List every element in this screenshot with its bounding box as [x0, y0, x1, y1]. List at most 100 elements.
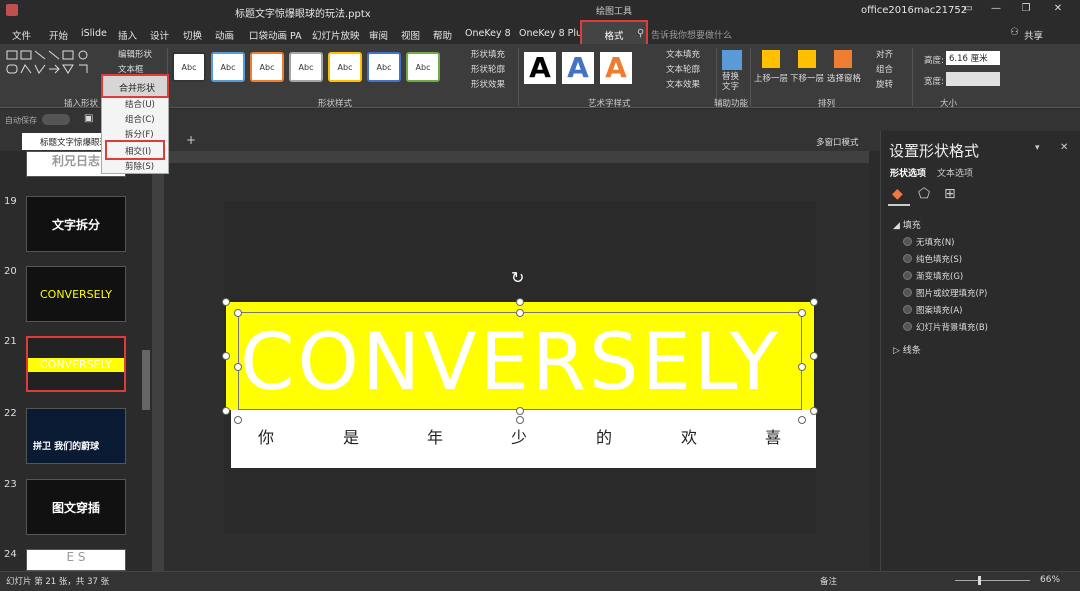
subtract-menu-item[interactable]: 剪除(S): [125, 160, 154, 172]
shape-style-7[interactable]: Abc: [406, 52, 440, 82]
tab-home[interactable]: 开始: [49, 28, 68, 42]
shape-fill-button[interactable]: 形状填充: [471, 48, 505, 60]
tab-review[interactable]: 审阅: [369, 28, 388, 42]
resize-handle[interactable]: [516, 407, 524, 415]
restore-button[interactable]: ❐: [1018, 3, 1034, 17]
resize-handle[interactable]: [234, 416, 242, 424]
size-properties-icon[interactable]: ⊞: [944, 186, 956, 202]
slide-thumbnail[interactable]: 图文穿插: [26, 479, 126, 535]
rotate-button[interactable]: 旋转: [876, 78, 893, 90]
tab-view[interactable]: 视图: [401, 28, 420, 42]
tab-islide[interactable]: iSlide: [81, 28, 107, 39]
pane-options-icon[interactable]: ▾: [1035, 143, 1040, 153]
shape-style-2[interactable]: Abc: [211, 52, 245, 82]
combine-menu-item[interactable]: 组合(C): [125, 113, 155, 125]
user-name[interactable]: office2016mac21752: [861, 5, 967, 16]
shape-effect-button[interactable]: 形状效果: [471, 78, 505, 90]
radio-slide-bg-fill[interactable]: [903, 322, 912, 331]
canvas-scrollbar[interactable]: [869, 151, 879, 531]
resize-handle[interactable]: [798, 309, 806, 317]
shape-gallery[interactable]: [5, 49, 100, 89]
art-style-blue[interactable]: A: [562, 52, 594, 84]
scrollbar-thumb[interactable]: [142, 350, 150, 410]
art-style-orange[interactable]: A: [600, 52, 632, 84]
tab-shape-options[interactable]: 形状选项: [890, 166, 926, 179]
close-button[interactable]: ✕: [1050, 3, 1066, 17]
selection-pane-button[interactable]: 选择窗格: [827, 72, 861, 84]
shape-style-5[interactable]: Abc: [328, 52, 362, 82]
minimize-button[interactable]: —: [988, 3, 1004, 17]
tab-slideshow[interactable]: 幻灯片放映: [312, 28, 360, 42]
resize-handle[interactable]: [798, 363, 806, 371]
zoom-slider-thumb[interactable]: [978, 576, 981, 585]
bring-forward-button[interactable]: 上移一层: [754, 72, 788, 84]
effects-icon[interactable]: ⬠: [918, 186, 930, 202]
resize-handle[interactable]: [234, 309, 242, 317]
art-style-black[interactable]: A: [524, 52, 556, 84]
fill-section-header[interactable]: ◢ 填充: [893, 218, 921, 231]
resize-handle[interactable]: [516, 416, 524, 424]
tab-onekey8-plus[interactable]: OneKey 8 Plus: [519, 28, 587, 39]
resize-handle[interactable]: [222, 407, 230, 415]
edit-shape-button[interactable]: 编辑形状: [118, 48, 152, 60]
union-menu-item[interactable]: 结合(U): [125, 98, 155, 110]
notes-button[interactable]: 备注: [820, 575, 837, 587]
tab-onekey8[interactable]: OneKey 8: [465, 28, 511, 39]
ribbon-display-icon[interactable]: ▭: [960, 3, 976, 17]
slide-thumbnail[interactable]: E S: [26, 549, 126, 571]
send-backward-button[interactable]: 下移一层: [790, 72, 824, 84]
text-fill-button[interactable]: 文本填充: [666, 48, 700, 60]
tab-transitions[interactable]: 切换: [183, 28, 202, 42]
tab-design[interactable]: 设计: [150, 28, 169, 42]
zoom-level[interactable]: 66%: [1040, 575, 1060, 585]
resize-handle[interactable]: [234, 363, 242, 371]
fill-line-icon[interactable]: ◆: [892, 186, 903, 202]
width-input[interactable]: [946, 72, 1000, 86]
radio-pattern-fill[interactable]: [903, 305, 912, 314]
shape-outline-button[interactable]: 形状轮廓: [471, 63, 505, 75]
multi-window-button[interactable]: 多窗口模式: [816, 136, 859, 148]
slide-thumbnail[interactable]: 拼卫 我们的蔚球: [26, 408, 126, 464]
radio-gradient-fill[interactable]: [903, 271, 912, 280]
save-icon[interactable]: ▣: [84, 113, 93, 124]
line-section-header[interactable]: ▷ 线条: [893, 343, 921, 356]
share-button[interactable]: 共享: [1024, 28, 1043, 42]
resize-handle[interactable]: [810, 352, 818, 360]
height-input[interactable]: 6.16 厘米: [946, 51, 1000, 65]
group-button[interactable]: 组合: [876, 63, 893, 75]
radio-no-fill[interactable]: [903, 237, 912, 246]
zoom-slider[interactable]: [955, 580, 1030, 581]
resize-handle[interactable]: [222, 298, 230, 306]
slide-thumbnail[interactable]: CONVERSELY: [26, 266, 126, 322]
align-button[interactable]: 对齐: [876, 48, 893, 60]
tab-pocket-animation[interactable]: 口袋动画 PA: [249, 28, 302, 42]
resize-handle[interactable]: [222, 352, 230, 360]
text-effect-button[interactable]: 文本效果: [666, 78, 700, 90]
pane-close-icon[interactable]: ✕: [1060, 142, 1068, 153]
tab-file[interactable]: 文件: [12, 28, 31, 42]
resize-handle[interactable]: [798, 416, 806, 424]
shape-style-6[interactable]: Abc: [367, 52, 401, 82]
resize-handle[interactable]: [516, 298, 524, 306]
shape-style-4[interactable]: Abc: [289, 52, 323, 82]
resize-handle[interactable]: [810, 298, 818, 306]
alt-text-button[interactable]: 替换文字: [722, 72, 744, 92]
tab-text-options[interactable]: 文本选项: [937, 166, 973, 179]
autosave-toggle[interactable]: [42, 114, 70, 125]
tab-animations[interactable]: 动画: [215, 28, 234, 42]
radio-picture-fill[interactable]: [903, 288, 912, 297]
tab-insert[interactable]: 插入: [118, 28, 137, 42]
new-tab-icon[interactable]: +: [186, 133, 196, 147]
radio-solid-fill[interactable]: [903, 254, 912, 263]
slide-thumbnail[interactable]: 文字拆分: [26, 196, 126, 252]
resize-handle[interactable]: [810, 407, 818, 415]
tell-me-input[interactable]: 告诉我你想要做什么: [651, 28, 732, 41]
fragment-menu-item[interactable]: 拆分(F): [125, 128, 154, 140]
shape-style-3[interactable]: Abc: [250, 52, 284, 82]
resize-handle[interactable]: [516, 309, 524, 317]
merge-shapes-button[interactable]: 合并形状: [101, 74, 169, 98]
slide-thumbnail-selected[interactable]: CONVERSELY: [26, 336, 126, 392]
text-outline-button[interactable]: 文本轮廓: [666, 63, 700, 75]
tab-help[interactable]: 帮助: [433, 28, 452, 42]
shape-style-1[interactable]: Abc: [172, 52, 206, 82]
